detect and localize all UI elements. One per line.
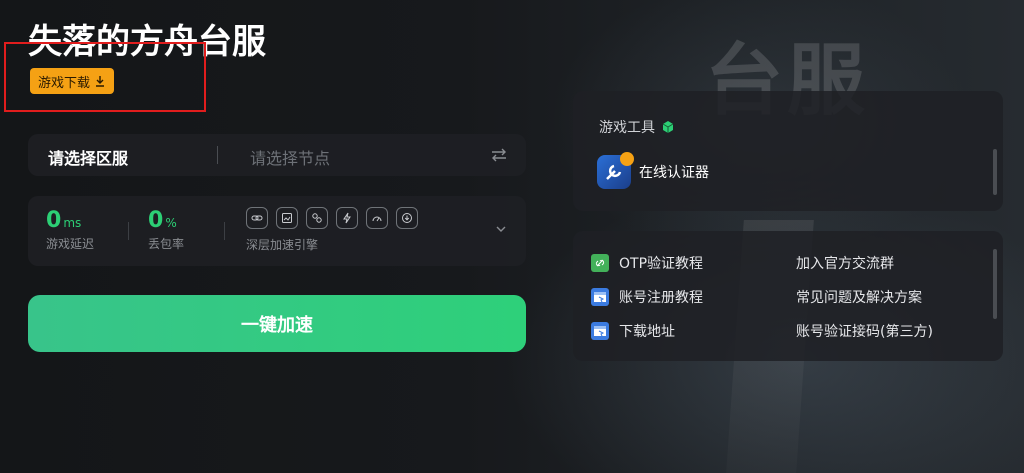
www-icon (591, 288, 609, 306)
latency-value: 0 (46, 208, 62, 233)
engine-icons (246, 207, 418, 229)
tools-header-label: 游戏工具 (599, 120, 655, 136)
download-icon[interactable] (396, 207, 418, 229)
account-register-tutorial-link[interactable]: 账号注册教程 (591, 287, 703, 307)
latency-unit: ms (63, 216, 82, 230)
download-address-link[interactable]: 下载地址 (591, 321, 675, 341)
scrollbar[interactable] (993, 149, 997, 195)
cube-icon (662, 121, 674, 133)
game-download-button[interactable]: 游戏下载 (30, 68, 115, 94)
download-button-label: 游戏下载 (38, 75, 91, 91)
bolt-icon[interactable] (336, 207, 358, 229)
one-click-accelerate-button[interactable]: 一键加速 (28, 295, 526, 352)
divider (224, 222, 225, 240)
latency-stat: 0 ms 游戏延迟 (46, 208, 94, 252)
divider (217, 146, 218, 164)
authenticator-label: 在线认证器 (639, 165, 709, 181)
game-tools-panel: 游戏工具 在线认证器 (573, 91, 1003, 211)
packet-loss-value: 0 (148, 208, 164, 233)
link-icon (591, 254, 609, 272)
scrollbar[interactable] (993, 249, 997, 319)
speed-icon[interactable] (366, 207, 388, 229)
official-group-link[interactable]: 加入官方交流群 (796, 253, 894, 273)
engine-label: 深层加速引擎 (246, 238, 319, 252)
image-icon[interactable] (276, 207, 298, 229)
link-label: 账号注册教程 (619, 290, 703, 306)
link-icon[interactable] (246, 207, 268, 229)
otp-tutorial-link[interactable]: OTP验证教程 (591, 253, 703, 273)
link-label: OTP验证教程 (619, 256, 704, 272)
region-selector[interactable]: 请选择区服 请选择节点 (28, 134, 526, 176)
download-icon (96, 76, 105, 87)
link-label: 下载地址 (619, 324, 675, 340)
links-panel: OTP验证教程 账号注册教程 下载地址 加入官方交流群 常见问题及解决方案 账号… (573, 231, 1003, 361)
stats-panel: 0 ms 游戏延迟 0% 丢包率 深层加速引擎 (28, 196, 526, 266)
faq-link[interactable]: 常见问题及解决方案 (796, 287, 922, 307)
share-icon[interactable] (306, 207, 328, 229)
www-icon (591, 322, 609, 340)
packet-loss-unit: % (165, 216, 177, 230)
latency-label: 游戏延迟 (46, 237, 95, 251)
divider (128, 222, 129, 240)
packet-loss-label: 丢包率 (148, 237, 185, 251)
update-badge (620, 152, 634, 166)
authenticator-icon (597, 152, 634, 189)
swap-icon[interactable] (490, 146, 508, 164)
sms-verification-link[interactable]: 账号验证接码(第三方) (796, 321, 933, 341)
region-select-label[interactable]: 请选择区服 (48, 145, 128, 169)
online-authenticator-item[interactable]: 在线认证器 (597, 152, 709, 189)
tools-header: 游戏工具 (599, 117, 675, 137)
chevron-down-icon[interactable] (496, 224, 506, 234)
packet-loss-stat: 0% 丢包率 (148, 208, 184, 252)
node-select-placeholder[interactable]: 请选择节点 (250, 145, 330, 169)
